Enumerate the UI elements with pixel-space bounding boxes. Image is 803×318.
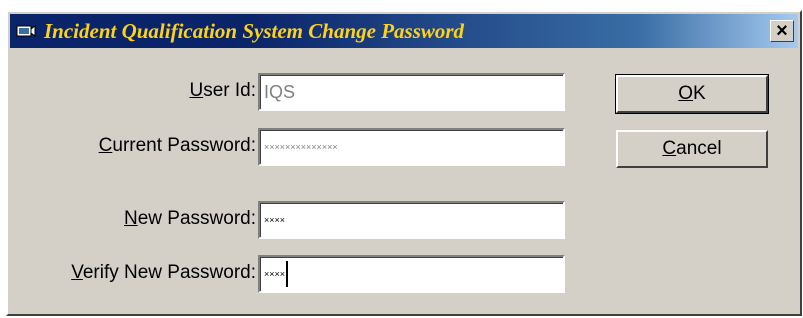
user-id-value: IQS	[264, 81, 296, 102]
verify-password-field[interactable]: ××××	[258, 255, 565, 293]
change-password-dialog: Incident Qualification System Change Pas…	[6, 10, 802, 316]
ok-button[interactable]: OK	[615, 74, 769, 114]
current-password-value: ××××××××××××××	[264, 142, 338, 152]
title-bar[interactable]: Incident Qualification System Change Pas…	[10, 14, 798, 48]
window-title: Incident Qualification System Change Pas…	[44, 18, 465, 43]
current-password-label: Current Password:	[98, 135, 256, 156]
ok-button-label: OK	[678, 83, 706, 104]
new-password-field[interactable]: ××××	[258, 201, 565, 239]
cancel-button-label: Cancel	[662, 138, 722, 159]
cancel-button[interactable]: Cancel	[616, 130, 768, 168]
verify-password-value: ××××	[264, 269, 286, 279]
user-id-label: User Id:	[189, 80, 256, 101]
verify-password-label: Verify New Password:	[71, 262, 256, 283]
current-password-field[interactable]: ××××××××××××××	[258, 128, 565, 166]
new-password-label: New Password:	[123, 208, 256, 229]
text-caret	[286, 261, 289, 287]
user-id-field[interactable]: IQS	[258, 73, 565, 111]
new-password-value: ××××	[264, 215, 286, 225]
close-icon: ×	[776, 20, 788, 42]
close-button[interactable]: ×	[770, 20, 794, 42]
app-icon	[16, 22, 36, 40]
